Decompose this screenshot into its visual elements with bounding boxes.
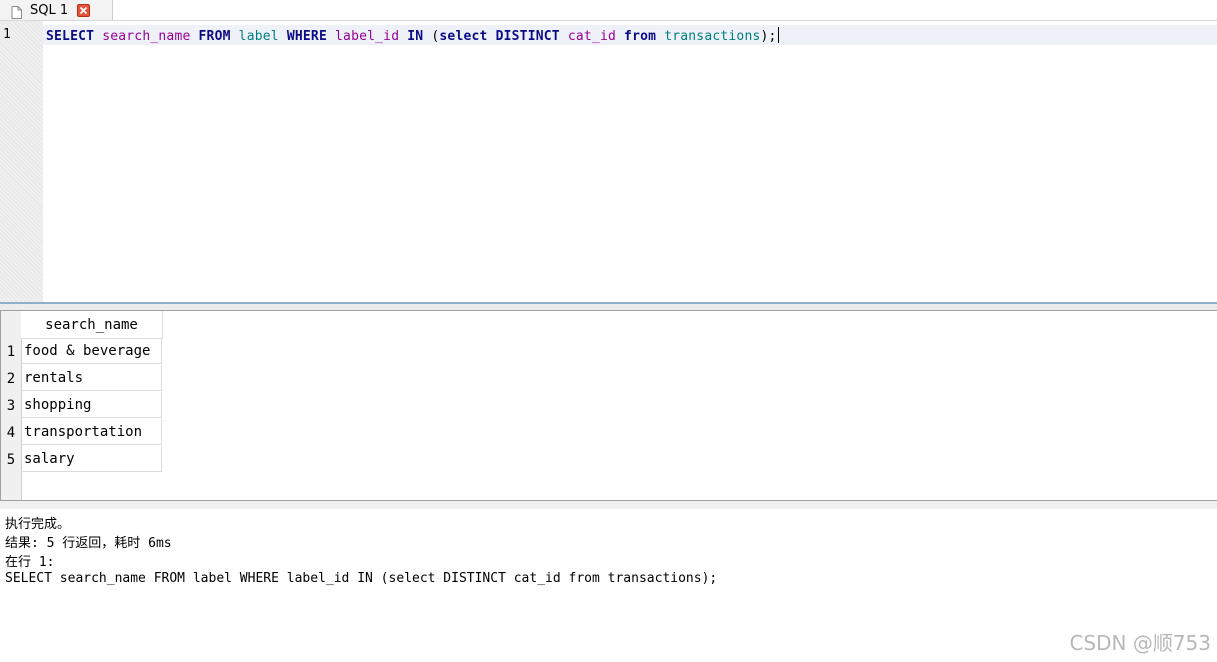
tab-bar: SQL 1 [0,0,1217,21]
tab-label: SQL 1 [30,2,69,18]
table-cell[interactable]: food & beverage [21,338,162,364]
table-row[interactable]: 3 shopping [1,392,162,419]
table-label: label [238,29,279,44]
row-number: 4 [6,424,16,441]
table-cell[interactable]: transportation [21,419,162,445]
table-cell[interactable]: salary [21,446,162,472]
tab-sql-1[interactable]: SQL 1 [0,0,113,20]
table-cell[interactable]: shopping [21,392,162,418]
row-number: 1 [6,343,16,360]
text-caret [777,27,779,43]
code-line[interactable]: SELECT search_name FROM label WHERE labe… [46,27,779,44]
keyword-from: FROM [198,29,231,44]
column-header-search-name[interactable]: search_name [21,311,163,339]
keyword-distinct: DISTINCT [495,29,560,44]
message-query: SELECT search_name FROM label WHERE labe… [5,571,718,586]
message-result: 结果: 5 行返回，耗时 6ms [5,536,172,551]
watermark: CSDN @顺753 [1069,631,1211,655]
table-row[interactable]: 2 rentals [1,365,162,392]
row-number: 3 [6,397,16,414]
result-grid-panel[interactable]: search_name 1 food & beverage 2 rentals … [0,310,1217,501]
table-transactions: transactions [664,29,761,44]
table-row[interactable]: 4 transportation [1,419,162,446]
sql-editor[interactable]: 1 SELECT search_name FROM label WHERE la… [0,21,1217,302]
table-row[interactable]: 5 salary [1,446,162,473]
row-number: 2 [6,370,16,387]
table-cell[interactable]: rentals [21,365,162,391]
document-icon [11,4,22,19]
column-cat-id: cat_id [567,29,617,44]
column-search-name: search_name [102,29,191,44]
message-status: 执行完成。 [5,517,71,532]
table-row[interactable]: 1 food & beverage [1,338,162,365]
close-icon[interactable] [77,3,91,17]
keyword-where: WHERE [286,29,327,44]
keyword-in: IN [407,29,424,44]
column-label-id: label_id [335,29,400,44]
line-number-gutter: 1 [0,21,43,302]
row-number: 5 [6,451,16,468]
close-paren-semicolon: ); [760,29,777,44]
messages-panel[interactable]: 执行完成。 结果: 5 行返回，耗时 6ms 在行 1: SELECT sear… [0,509,1217,662]
keyword-from-sub: from [624,29,657,44]
line-number: 1 [3,27,11,42]
message-line-position: 在行 1: [5,555,55,570]
panel-gap [0,501,1217,509]
keyword-select-sub: select [439,29,488,44]
keyword-select: SELECT [46,29,95,44]
